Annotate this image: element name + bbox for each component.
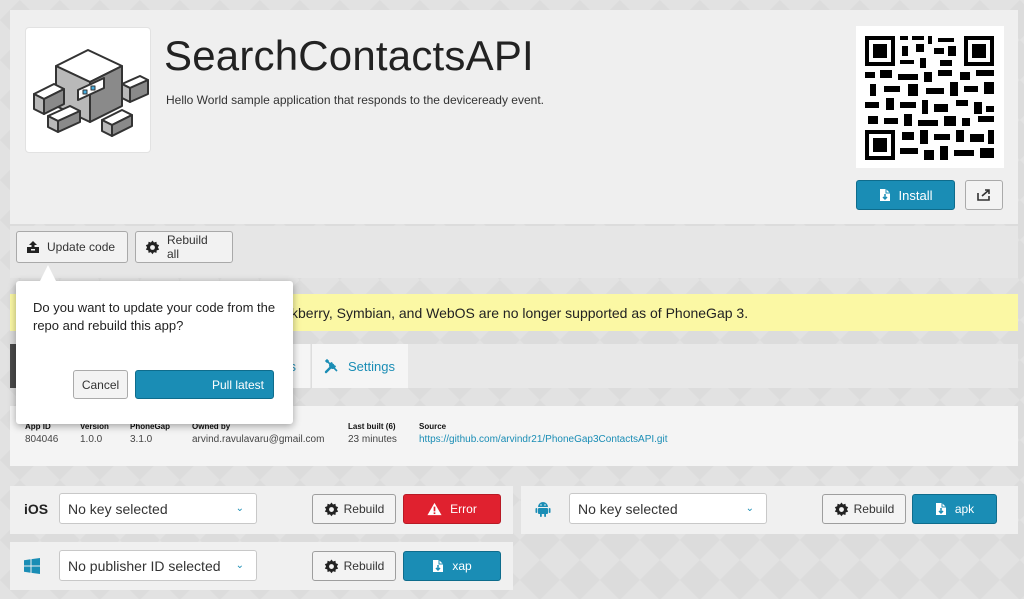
gear-icon	[324, 501, 338, 516]
tab-settings-label: Settings	[348, 358, 395, 374]
notice-text: kberry, Symbian, and WebOS are no longer…	[291, 304, 749, 321]
windows-publisher-select[interactable]: No publisher ID selected ⌄	[59, 550, 257, 581]
xap-label: xap	[452, 559, 472, 573]
xap-download-button[interactable]: xap	[403, 551, 501, 581]
file-download-icon	[879, 189, 890, 201]
pull-latest-button[interactable]: Pull latest	[135, 370, 274, 399]
windows-icon	[24, 558, 40, 574]
qr-code-icon	[856, 26, 1004, 168]
install-label: Install	[898, 187, 933, 203]
windows-publisher-value: No publisher ID selected	[68, 557, 221, 574]
source-link[interactable]: https://github.com/arvindr21/PhoneGap3Co…	[419, 434, 667, 445]
phonegap-value: 3.1.0	[130, 434, 153, 445]
ios-key-value: No key selected	[68, 500, 168, 517]
ios-error-button[interactable]: Error	[403, 494, 501, 524]
windows-rebuild-label: Rebuild	[343, 559, 385, 573]
android-key-select[interactable]: No key selected ⌄	[569, 493, 767, 524]
upload-icon	[27, 241, 39, 253]
popover-message: Do you want to update your code from the…	[33, 300, 276, 333]
apk-download-button[interactable]: apk	[912, 494, 997, 524]
android-key-value: No key selected	[578, 500, 678, 517]
pull-latest-label: Pull latest	[211, 377, 264, 392]
ios-error-label: Error	[450, 502, 477, 516]
last-built-value: 23 minutes	[348, 434, 397, 445]
update-code-button[interactable]: Update code	[16, 231, 128, 263]
install-button[interactable]: Install	[856, 180, 955, 210]
chevron-down-icon: ⌄	[235, 560, 244, 571]
ios-key-select[interactable]: No key selected ⌄	[59, 493, 257, 524]
app-title: SearchContactsAPI	[164, 32, 534, 79]
app-icon	[25, 27, 151, 153]
last-built-label: Last built (6)	[348, 422, 396, 431]
chevron-down-icon: ⌄	[745, 503, 754, 514]
gear-icon	[145, 239, 160, 254]
android-rebuild-label: Rebuild	[853, 502, 895, 516]
ios-label: iOS	[24, 501, 49, 517]
windows-rebuild-button[interactable]: Rebuild	[312, 551, 396, 581]
rebuild-all-label: Rebuild all	[166, 233, 208, 261]
apk-label: apk	[954, 502, 975, 516]
share-icon	[977, 189, 990, 201]
qr-code[interactable]	[856, 26, 1004, 168]
gear-icon	[834, 501, 848, 516]
wrench-screwdriver-icon	[324, 358, 338, 374]
android-rebuild-button[interactable]: Rebuild	[822, 494, 906, 524]
file-download-icon	[935, 503, 946, 515]
ios-rebuild-button[interactable]: Rebuild	[312, 494, 396, 524]
gear-icon	[324, 558, 338, 573]
popover-arrow	[40, 265, 56, 281]
android-icon	[535, 502, 551, 517]
app-id-value: 804046	[25, 434, 59, 445]
version-value: 1.0.0	[80, 434, 103, 445]
owned-by-value: arvind.ravulavaru@gmail.com	[192, 434, 325, 445]
cancel-button[interactable]: Cancel	[73, 370, 128, 399]
share-button[interactable]	[965, 180, 1003, 210]
chevron-down-icon: ⌄	[235, 503, 244, 514]
ios-rebuild-label: Rebuild	[343, 502, 385, 516]
tab-settings[interactable]: Settings	[311, 344, 408, 388]
app-description: Hello World sample application that resp…	[166, 93, 544, 107]
update-code-label: Update code	[47, 240, 116, 254]
robot-app-icon	[33, 49, 149, 137]
source-label: Source	[419, 422, 447, 431]
warning-icon	[427, 502, 442, 516]
rebuild-all-button[interactable]: Rebuild all	[135, 231, 233, 263]
cancel-label: Cancel	[81, 377, 120, 392]
file-download-icon	[433, 560, 444, 572]
